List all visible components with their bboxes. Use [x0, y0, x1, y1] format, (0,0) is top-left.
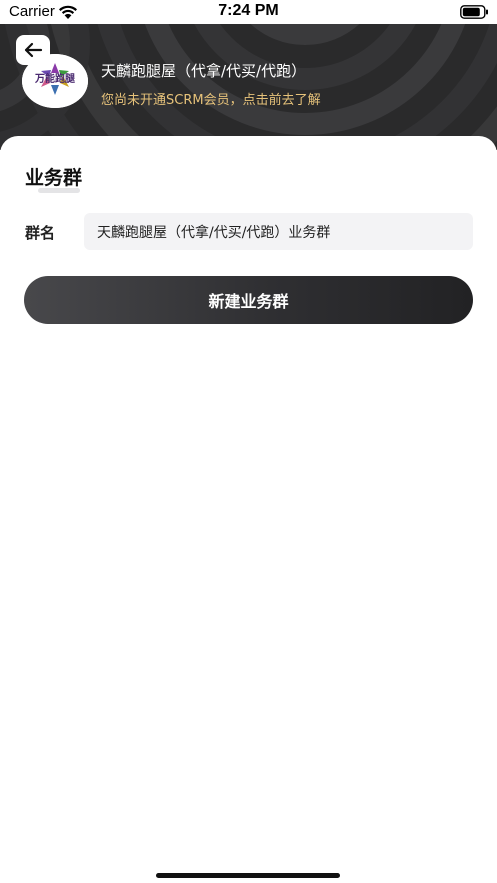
battery-icon: [460, 5, 488, 19]
group-name-input[interactable]: 天麟跑腿屋（代拿/代买/代跑）业务群: [84, 213, 473, 250]
content-card: 业务群 群名 天麟跑腿屋（代拿/代买/代跑）业务群 新建业务群: [0, 136, 497, 883]
section-title: 业务群: [25, 167, 83, 189]
shop-name: 天麟跑腿屋（代拿/代买/代跑）: [101, 62, 307, 80]
back-button[interactable]: [16, 35, 50, 65]
home-indicator: [156, 873, 340, 878]
arrow-left-icon: [24, 42, 43, 58]
member-tip-link[interactable]: 您尚未开通SCRM会员，点击前去了解: [101, 89, 321, 108]
app-screen: Carrier 7:24 PM 万能跑腿 天麟跑腿屋（代拿/代买/代跑） 您尚未…: [0, 0, 497, 883]
group-name-value: 天麟跑腿屋（代拿/代买/代跑）业务群: [97, 224, 331, 241]
status-time: 7:24 PM: [218, 2, 279, 19]
create-group-button[interactable]: 新建业务群: [24, 276, 473, 324]
group-name-label: 群名: [25, 224, 56, 242]
logo-text: 万能跑腿: [34, 72, 76, 85]
status-bar: Carrier 7:24 PM: [0, 0, 497, 24]
title-underline: [38, 188, 80, 193]
shop-header: 万能跑腿 天麟跑腿屋（代拿/代买/代跑） 您尚未开通SCRM会员，点击前去了解: [0, 24, 497, 150]
